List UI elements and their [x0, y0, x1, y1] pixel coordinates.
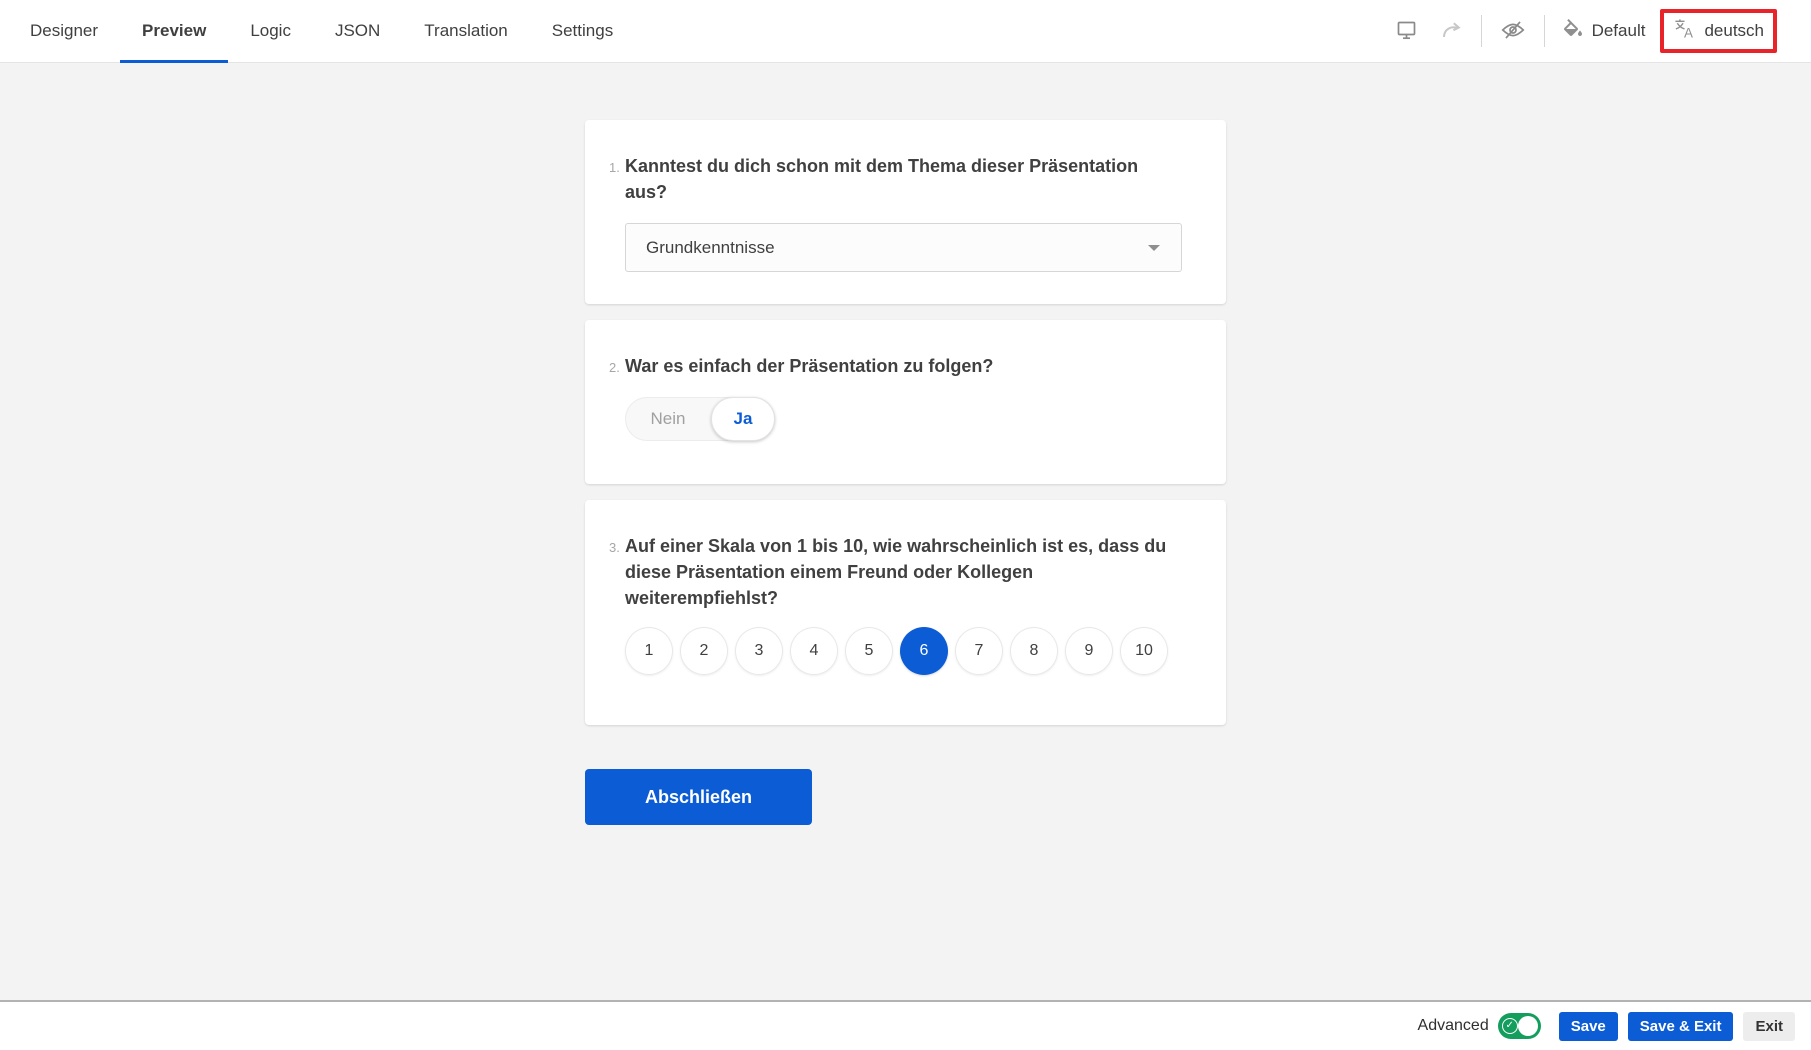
monitor-icon	[1395, 18, 1419, 45]
save-button[interactable]: Save	[1559, 1012, 1618, 1041]
rating-scale: 12345678910	[625, 627, 1185, 675]
dropdown-value: Grundkenntnisse	[646, 238, 775, 258]
question-number: 1.	[609, 160, 625, 175]
toolbar-divider	[1544, 15, 1545, 47]
rating-item-5[interactable]: 5	[845, 627, 893, 675]
show-invisible-button[interactable]	[1497, 14, 1529, 49]
question-title: Auf einer Skala von 1 bis 10, wie wahrsc…	[625, 533, 1185, 611]
boolean-option-nein[interactable]: Nein	[625, 397, 711, 441]
question-number: 2.	[609, 360, 625, 375]
translate-icon: A	[1673, 17, 1696, 45]
creator-tab-bar: Designer Preview Logic JSON Translation …	[0, 0, 1811, 63]
tab-designer[interactable]: Designer	[8, 0, 120, 62]
question-card-boolean: 2. War es einfach der Präsentation zu fo…	[585, 320, 1226, 484]
advanced-toggle[interactable]: ✓	[1498, 1013, 1541, 1039]
theme-label: Default	[1592, 21, 1646, 41]
rating-item-6[interactable]: 6	[900, 627, 948, 675]
theme-selector-button[interactable]: Default	[1560, 17, 1646, 46]
question-number: 3.	[609, 540, 625, 555]
rating-item-8[interactable]: 8	[1010, 627, 1058, 675]
survey-column: 1. Kanntest du dich schon mit dem Thema …	[585, 120, 1226, 825]
paint-bucket-icon	[1560, 17, 1584, 46]
question-title-row: 2. War es einfach der Präsentation zu fo…	[609, 353, 1185, 379]
rating-item-7[interactable]: 7	[955, 627, 1003, 675]
device-preview-button[interactable]	[1393, 16, 1421, 47]
eye-slash-icon	[1499, 16, 1527, 47]
chevron-down-icon	[1148, 245, 1160, 251]
question-card-rating: 3. Auf einer Skala von 1 bis 10, wie wah…	[585, 500, 1226, 725]
annotation-highlight-box: A deutsch	[1660, 9, 1777, 53]
question-title-row: 1. Kanntest du dich schon mit dem Thema …	[609, 153, 1185, 205]
question-card-dropdown: 1. Kanntest du dich schon mit dem Thema …	[585, 120, 1226, 304]
tab-preview[interactable]: Preview	[120, 0, 228, 62]
toolbar-divider	[1481, 15, 1482, 47]
tab-logic[interactable]: Logic	[228, 0, 313, 62]
boolean-option-ja-selected[interactable]: Ja	[711, 397, 775, 441]
rating-item-9[interactable]: 9	[1065, 627, 1113, 675]
advanced-label: Advanced	[1418, 1017, 1489, 1035]
survey-preview-area: 1. Kanntest du dich schon mit dem Thema …	[0, 63, 1811, 1000]
tab-json[interactable]: JSON	[313, 0, 402, 62]
toggle-thumb	[1518, 1016, 1538, 1036]
check-icon: ✓	[1502, 1018, 1518, 1034]
question-title: Kanntest du dich schon mit dem Thema die…	[625, 153, 1185, 205]
preview-toolbar: Default A deutsch	[1393, 0, 1811, 62]
surveyjs-creator-window: Designer Preview Logic JSON Translation …	[0, 0, 1811, 1050]
language-label: deutsch	[1704, 21, 1764, 41]
tab-translation[interactable]: Translation	[402, 0, 529, 62]
creator-tabs: Designer Preview Logic JSON Translation …	[0, 0, 635, 62]
boolean-toggle[interactable]: Nein Ja	[625, 397, 775, 441]
tab-settings[interactable]: Settings	[530, 0, 635, 62]
rating-item-3[interactable]: 3	[735, 627, 783, 675]
language-selector-button[interactable]: A deutsch	[1673, 17, 1764, 45]
question-title-row: 3. Auf einer Skala von 1 bis 10, wie wah…	[609, 533, 1185, 611]
rating-item-10[interactable]: 10	[1120, 627, 1168, 675]
dropdown-input[interactable]: Grundkenntnisse	[625, 223, 1182, 272]
creator-footer: Advanced ✓ Save Save & Exit Exit	[0, 1000, 1811, 1050]
rating-item-2[interactable]: 2	[680, 627, 728, 675]
rating-item-4[interactable]: 4	[790, 627, 838, 675]
question-title: War es einfach der Präsentation zu folge…	[625, 353, 993, 379]
rating-item-1[interactable]: 1	[625, 627, 673, 675]
redo-arrow-icon	[1438, 17, 1464, 46]
orientation-rotate-button[interactable]	[1436, 15, 1466, 48]
complete-button[interactable]: Abschließen	[585, 769, 812, 825]
svg-text:A: A	[1684, 26, 1693, 40]
exit-button[interactable]: Exit	[1743, 1012, 1795, 1041]
save-exit-button[interactable]: Save & Exit	[1628, 1012, 1734, 1041]
